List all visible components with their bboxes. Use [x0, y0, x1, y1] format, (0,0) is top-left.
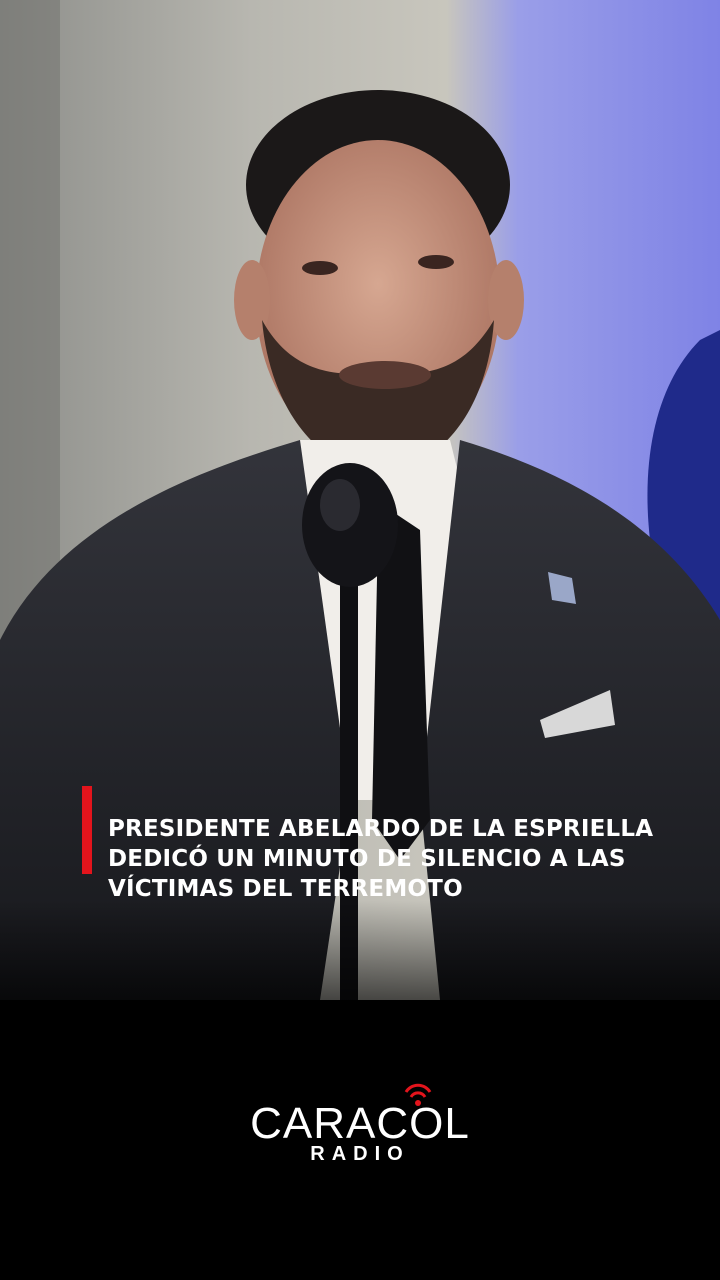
video-frame: PRESIDENTE ABELARDO DE LA ESPRIELLA DEDI… — [0, 0, 720, 1280]
caracol-radio-logo: CARACOL RADIO — [250, 1078, 470, 1168]
red-accent-bar — [82, 786, 92, 874]
logo-wordmark: CARACOL — [250, 1099, 470, 1148]
headline-text: PRESIDENTE ABELARDO DE LA ESPRIELLA DEDI… — [108, 816, 654, 902]
logo-subtitle: RADIO — [310, 1143, 410, 1165]
